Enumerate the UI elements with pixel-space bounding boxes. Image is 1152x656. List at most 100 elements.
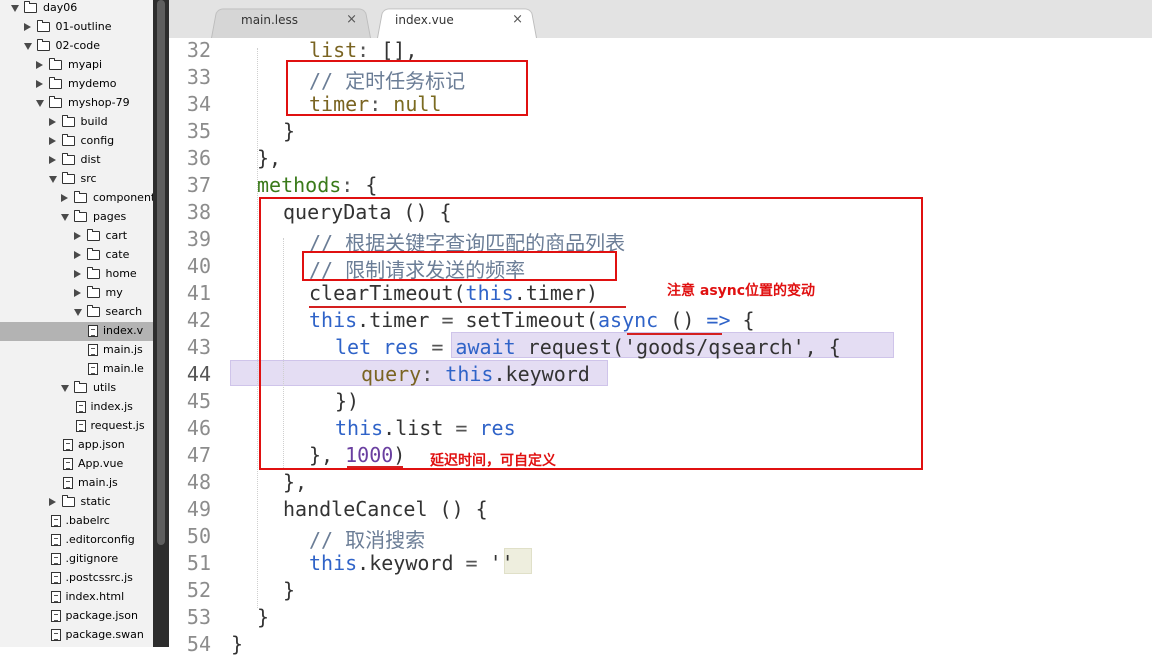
disclosure-closed-icon[interactable] xyxy=(73,270,81,278)
file-icon xyxy=(88,344,98,356)
tree-file[interactable]: index.v xyxy=(0,322,153,341)
disclosure-closed-icon[interactable] xyxy=(73,251,81,259)
disclosure-open-icon[interactable] xyxy=(23,43,32,50)
line-number: 52 xyxy=(186,578,211,602)
code-line-48: }, xyxy=(283,470,308,494)
file-icon xyxy=(50,610,61,622)
disclosure-closed-icon[interactable] xyxy=(36,61,43,69)
disclosure-closed-icon[interactable] xyxy=(48,137,56,145)
tree-folder[interactable]: my xyxy=(0,284,153,303)
disclosure-closed-icon[interactable] xyxy=(73,232,81,240)
disclosure-open-icon[interactable] xyxy=(48,176,57,183)
tree-item-label: request.js xyxy=(90,419,145,432)
line-number: 39 xyxy=(186,227,211,251)
line-number: 47 xyxy=(186,443,211,467)
line-number: 51 xyxy=(186,551,211,575)
line-number: 49 xyxy=(186,497,211,521)
sidebar-scrollbar-thumb[interactable] xyxy=(157,0,165,545)
tree-file[interactable]: package.json xyxy=(0,607,153,626)
tree-item-label: .postcssrc.js xyxy=(65,571,133,584)
tree-folder[interactable]: src xyxy=(0,170,153,189)
line-number: 54 xyxy=(186,632,211,656)
tree-folder[interactable]: cart xyxy=(0,227,153,246)
close-icon[interactable]: × xyxy=(512,12,523,27)
disclosure-closed-icon[interactable] xyxy=(23,23,31,31)
tab-main-less[interactable]: main.less × xyxy=(211,6,371,39)
tree-file[interactable]: .editorconfig xyxy=(0,531,153,550)
file-icon xyxy=(88,325,98,337)
tree-folder[interactable]: utils xyxy=(0,379,153,398)
disclosure-closed-icon[interactable] xyxy=(61,194,68,202)
file-icon xyxy=(88,363,98,375)
tree-folder[interactable]: 01-outline xyxy=(0,18,153,37)
tree-file[interactable]: index.html xyxy=(0,588,153,607)
tree-file[interactable]: .gitignore xyxy=(0,550,153,569)
indent-guide xyxy=(257,48,258,608)
tree-item-label: day06 xyxy=(43,1,78,14)
file-icon xyxy=(50,572,61,584)
tree-item-label: myshop-79 xyxy=(68,96,130,109)
tree-folder[interactable]: home xyxy=(0,265,153,284)
tree-folder[interactable]: 02-code xyxy=(0,37,153,56)
disclosure-closed-icon[interactable] xyxy=(48,156,56,164)
disclosure-open-icon[interactable] xyxy=(36,100,44,107)
close-icon[interactable]: × xyxy=(346,12,357,27)
disclosure-closed-icon[interactable] xyxy=(36,80,43,88)
tree-folder[interactable]: build xyxy=(0,113,153,132)
line-number: 43 xyxy=(186,335,211,359)
tree-file[interactable]: .postcssrc.js xyxy=(0,569,153,588)
tree-folder[interactable]: static xyxy=(0,493,153,512)
line-number: 42 xyxy=(186,308,211,332)
tree-item-label: .gitignore xyxy=(65,552,119,565)
tree-folder[interactable]: search xyxy=(0,303,153,322)
code-line-49: handleCancel () { xyxy=(283,497,488,521)
annotation-note-delay: 延迟时间，可自定义 xyxy=(430,453,556,469)
tree-folder[interactable]: dist xyxy=(0,151,153,170)
disclosure-open-icon[interactable] xyxy=(61,385,69,392)
tree-folder[interactable]: config xyxy=(0,132,153,151)
tab-bar: main.less × index.vue × xyxy=(169,0,1152,39)
tree-folder[interactable]: day06 xyxy=(0,0,153,18)
code-line-35: } xyxy=(283,119,296,143)
disclosure-closed-icon[interactable] xyxy=(48,498,56,506)
file-icon xyxy=(50,629,61,641)
folder-icon xyxy=(74,191,87,203)
tree-folder[interactable]: mydemo xyxy=(0,75,153,94)
tree-item-label: package.swan xyxy=(65,628,144,641)
tree-file[interactable]: App.vue xyxy=(0,455,153,474)
tree-file[interactable]: main.js xyxy=(0,474,153,493)
disclosure-closed-icon[interactable] xyxy=(48,118,56,126)
line-number: 38 xyxy=(186,200,211,224)
tree-file[interactable]: package.swan xyxy=(0,626,153,645)
annotation-underline xyxy=(309,306,626,308)
tree-file[interactable]: app.json xyxy=(0,436,153,455)
tree-file[interactable]: main.js xyxy=(0,341,153,360)
tree-item-label: main.js xyxy=(78,476,118,489)
tree-item-label: config xyxy=(80,134,115,147)
tree-folder[interactable]: myshop-79 xyxy=(0,94,153,113)
tree-item-label: main.js xyxy=(103,343,143,356)
tree-item-label: static xyxy=(80,495,111,508)
tree-file[interactable]: request.js xyxy=(0,417,153,436)
tab-index-vue[interactable]: index.vue × xyxy=(377,6,537,39)
tree-item-label: utils xyxy=(93,381,117,394)
tree-folder[interactable]: component xyxy=(0,189,153,208)
tree-folder[interactable]: myapi xyxy=(0,56,153,75)
code-editor[interactable]: 32 33 34 35 36 37 38 39 40 41 42 43 44 45 46 47 48 49 50 51… xyxy=(169,38,1152,656)
disclosure-open-icon[interactable] xyxy=(61,214,69,221)
file-icon xyxy=(75,401,86,413)
tree-file[interactable]: main.le xyxy=(0,360,153,379)
code-line-32: list: [], xyxy=(309,38,418,62)
disclosure-closed-icon[interactable] xyxy=(73,289,81,297)
tree-item-label: App.vue xyxy=(78,457,124,470)
code-line-36: }, xyxy=(257,146,282,170)
tree-folder[interactable]: cate xyxy=(0,246,153,265)
line-number: 46 xyxy=(186,416,211,440)
folder-icon xyxy=(61,134,75,146)
tree-item-label: package.json xyxy=(65,609,138,622)
tree-file[interactable]: index.js xyxy=(0,398,153,417)
tree-folder[interactable]: pages xyxy=(0,208,153,227)
tree-file[interactable]: .babelrc xyxy=(0,512,153,531)
disclosure-open-icon[interactable] xyxy=(73,309,82,316)
disclosure-open-icon[interactable] xyxy=(11,5,19,12)
